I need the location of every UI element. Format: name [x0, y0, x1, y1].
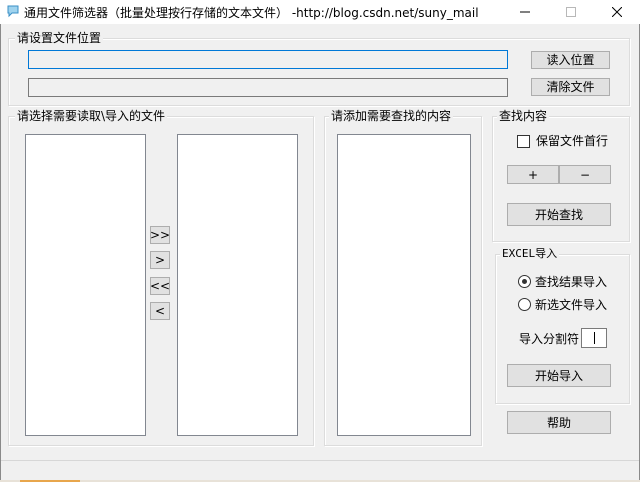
new-file-radio[interactable]	[518, 298, 531, 311]
status-bar	[1, 460, 639, 480]
minus-button[interactable]: −	[559, 165, 611, 184]
search-content-group-label: 请添加需要查找的内容	[329, 109, 454, 123]
clear-files-button[interactable]: 清除文件	[531, 78, 610, 96]
text-caret	[594, 332, 595, 344]
selected-file-list[interactable]	[177, 134, 298, 436]
select-files-group-label: 请选择需要读取\导入的文件	[15, 109, 168, 123]
title-bar[interactable]: 通用文件筛选器（批量处理按行存储的文本文件） -http://blog.csdn…	[0, 0, 640, 24]
location-group-label: 请设置文件位置	[15, 31, 104, 45]
excel-import-group-label: EXCEL导入	[500, 247, 560, 261]
file-path-input[interactable]	[28, 50, 508, 69]
close-button[interactable]	[594, 0, 640, 24]
start-import-button[interactable]: 开始导入	[507, 364, 611, 387]
speech-bubble-icon	[6, 4, 20, 18]
start-find-button[interactable]: 开始查找	[507, 203, 611, 226]
minimize-button[interactable]	[502, 0, 548, 24]
remove-one-button[interactable]: <	[150, 302, 170, 320]
file-list-field[interactable]	[28, 78, 508, 97]
read-location-button[interactable]: 读入位置	[531, 51, 610, 69]
minimize-icon	[520, 7, 530, 17]
close-icon	[612, 7, 622, 17]
source-file-list[interactable]	[25, 134, 146, 436]
maximize-icon	[566, 7, 576, 17]
remove-all-button[interactable]: <<	[150, 277, 170, 295]
search-terms-list[interactable]	[337, 134, 471, 436]
delimiter-input[interactable]	[581, 328, 607, 348]
find-group-label: 查找内容	[497, 109, 550, 123]
window-title: 通用文件筛选器（批量处理按行存储的文本文件） -http://blog.csdn…	[24, 6, 479, 20]
plus-button[interactable]: +	[507, 165, 559, 184]
radio-selected-dot	[522, 279, 527, 284]
keep-first-line-checkbox[interactable]	[517, 135, 530, 148]
add-all-button[interactable]: >>	[150, 226, 170, 244]
new-file-radio-label: 新选文件导入	[535, 298, 608, 312]
help-button[interactable]: 帮助	[507, 411, 611, 434]
maximize-button[interactable]	[548, 0, 594, 24]
find-results-radio-label: 查找结果导入	[535, 275, 608, 289]
find-results-radio[interactable]	[518, 275, 531, 288]
add-one-button[interactable]: >	[150, 251, 170, 269]
keep-first-line-label: 保留文件首行	[536, 134, 609, 148]
